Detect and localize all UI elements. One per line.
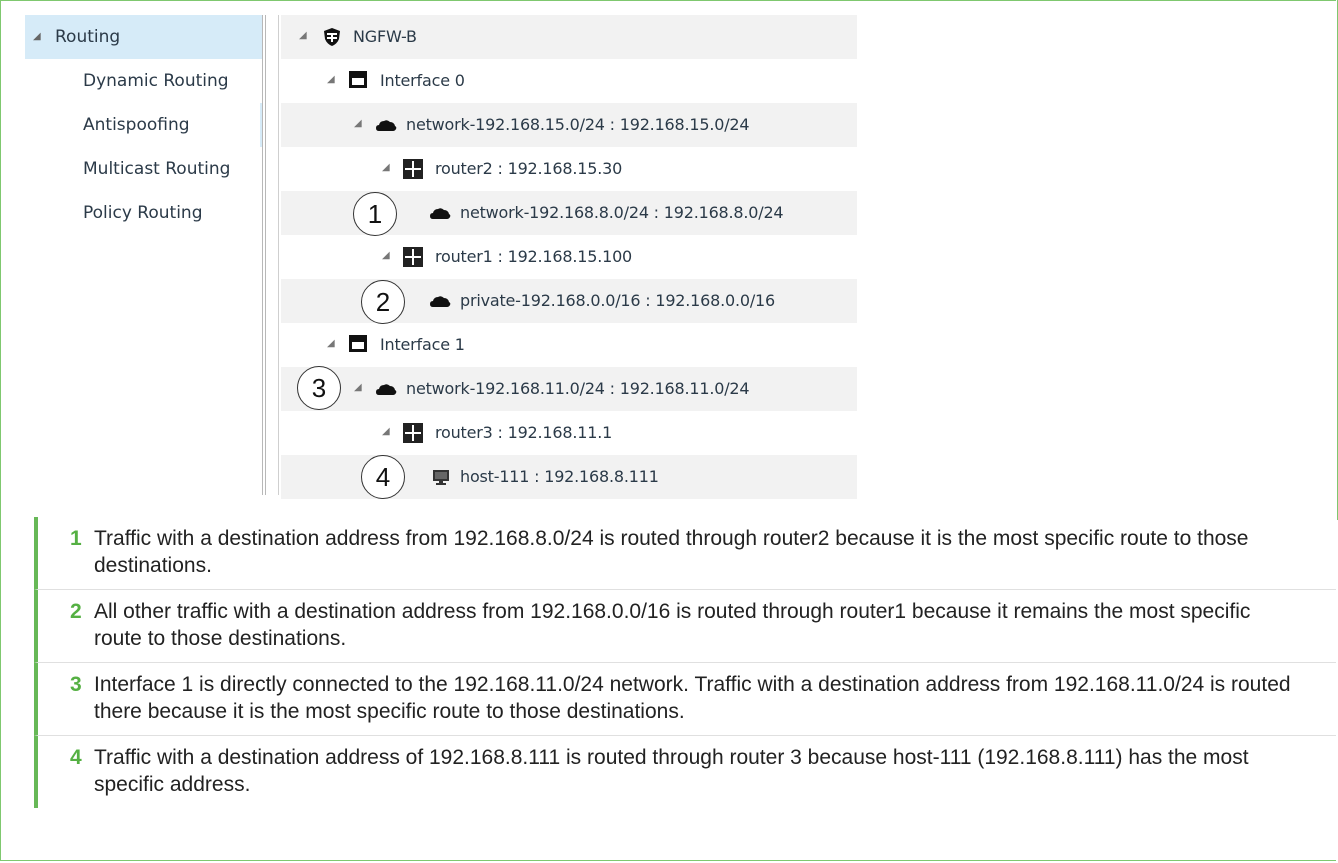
tree-row-label: private-192.168.0.0/16 : 192.168.0.0/16 (460, 291, 775, 310)
routing-tree: ◢ NGFW-B ◢ Interface 0 ◢ network-192.168… (281, 15, 857, 499)
nav-item-dynamic-routing[interactable]: Dynamic Routing (25, 59, 263, 103)
router-icon (403, 159, 423, 179)
callout-3: 3 (297, 366, 341, 410)
note-number: 3 (70, 673, 82, 696)
nav-item-label: Antispoofing (83, 115, 190, 135)
cloud-network-icon (430, 208, 451, 219)
interface-icon (349, 71, 367, 88)
tree-row-label: Interface 1 (380, 335, 465, 354)
nav-item-label: Routing (55, 27, 121, 47)
nav-item-label: Multicast Routing (83, 159, 231, 179)
cloud-network-icon (430, 296, 451, 307)
cloud-network-icon (376, 384, 397, 395)
tree-row-label: network-192.168.8.0/24 : 192.168.8.0/24 (460, 203, 784, 222)
tree-row-label: Interface 0 (380, 71, 465, 90)
nav-item-routing[interactable]: ◢ Routing (25, 15, 263, 59)
expand-triangle-icon[interactable]: ◢ (382, 426, 390, 437)
nav-item-label: Policy Routing (83, 203, 203, 223)
host-monitor-icon (433, 470, 449, 485)
note-text: Traffic with a destination address of 19… (94, 746, 1249, 796)
nav-item-label: Dynamic Routing (83, 71, 229, 91)
firewall-shield-icon (324, 28, 340, 46)
tree-row-interface-0[interactable]: ◢ Interface 0 (281, 59, 857, 103)
note-item: 1 Traffic with a destination address fro… (34, 517, 1336, 590)
tree-row-router[interactable]: ◢ router1 : 192.168.15.100 (281, 235, 857, 279)
note-text: Interface 1 is directly connected to the… (94, 673, 1291, 723)
tree-row-interface-1[interactable]: ◢ Interface 1 (281, 323, 857, 367)
router-icon (403, 423, 423, 443)
tree-row-label: router3 : 192.168.11.1 (435, 423, 613, 442)
tree-row-network[interactable]: ◢ network-192.168.11.0/24 : 192.168.11.0… (281, 367, 857, 411)
note-item: 2 All other traffic with a destination a… (34, 590, 1336, 663)
tree-row-label: NGFW-B (353, 27, 417, 46)
tree-row-label: network-192.168.15.0/24 : 192.168.15.0/2… (406, 115, 750, 134)
tree-row-label: router1 : 192.168.15.100 (435, 247, 633, 266)
cloud-network-icon (376, 120, 397, 131)
nav-item-policy-routing[interactable]: Policy Routing (25, 191, 263, 235)
pane-splitter[interactable] (262, 15, 266, 495)
expand-triangle-icon[interactable]: ◢ (354, 118, 362, 129)
tree-row-network[interactable]: ◢ network-192.168.15.0/24 : 192.168.15.0… (281, 103, 857, 147)
tree-row-label: router2 : 192.168.15.30 (435, 159, 623, 178)
note-text: All other traffic with a destination add… (94, 600, 1251, 650)
expand-triangle-icon[interactable]: ◢ (33, 15, 41, 59)
callout-4: 4 (361, 455, 405, 499)
expand-triangle-icon[interactable]: ◢ (382, 250, 390, 261)
expand-triangle-icon[interactable]: ◢ (354, 382, 362, 393)
expand-triangle-icon[interactable]: ◢ (327, 74, 335, 85)
tree-row-router[interactable]: ◢ router2 : 192.168.15.30 (281, 147, 857, 191)
tree-row-label: network-192.168.11.0/24 : 192.168.11.0/2… (406, 379, 750, 398)
callout-1: 1 (353, 192, 397, 236)
tree-row-label: host-111 : 192.168.8.111 (460, 467, 659, 486)
note-number: 2 (70, 600, 82, 623)
note-text: Traffic with a destination address from … (94, 527, 1249, 577)
expand-triangle-icon[interactable]: ◢ (299, 30, 307, 41)
note-number: 4 (70, 746, 82, 769)
note-item: 4 Traffic with a destination address of … (34, 736, 1336, 808)
pane-divider (278, 15, 279, 495)
router-icon (403, 247, 423, 267)
tree-row-ngfw-b[interactable]: ◢ NGFW-B (281, 15, 857, 59)
routing-nav: ◢ Routing Dynamic Routing Antispoofing M… (25, 15, 263, 495)
note-number: 1 (70, 527, 82, 550)
expand-triangle-icon[interactable]: ◢ (327, 338, 335, 349)
note-item: 3 Interface 1 is directly connected to t… (34, 663, 1336, 736)
nav-item-multicast-routing[interactable]: Multicast Routing (25, 147, 263, 191)
callout-notes: 1 Traffic with a destination address fro… (34, 517, 1336, 808)
callout-2: 2 (361, 280, 405, 324)
tree-row-router[interactable]: ◢ router3 : 192.168.11.1 (281, 411, 857, 455)
nav-item-antispoofing[interactable]: Antispoofing (25, 103, 263, 147)
interface-icon (349, 335, 367, 352)
expand-triangle-icon[interactable]: ◢ (382, 162, 390, 173)
